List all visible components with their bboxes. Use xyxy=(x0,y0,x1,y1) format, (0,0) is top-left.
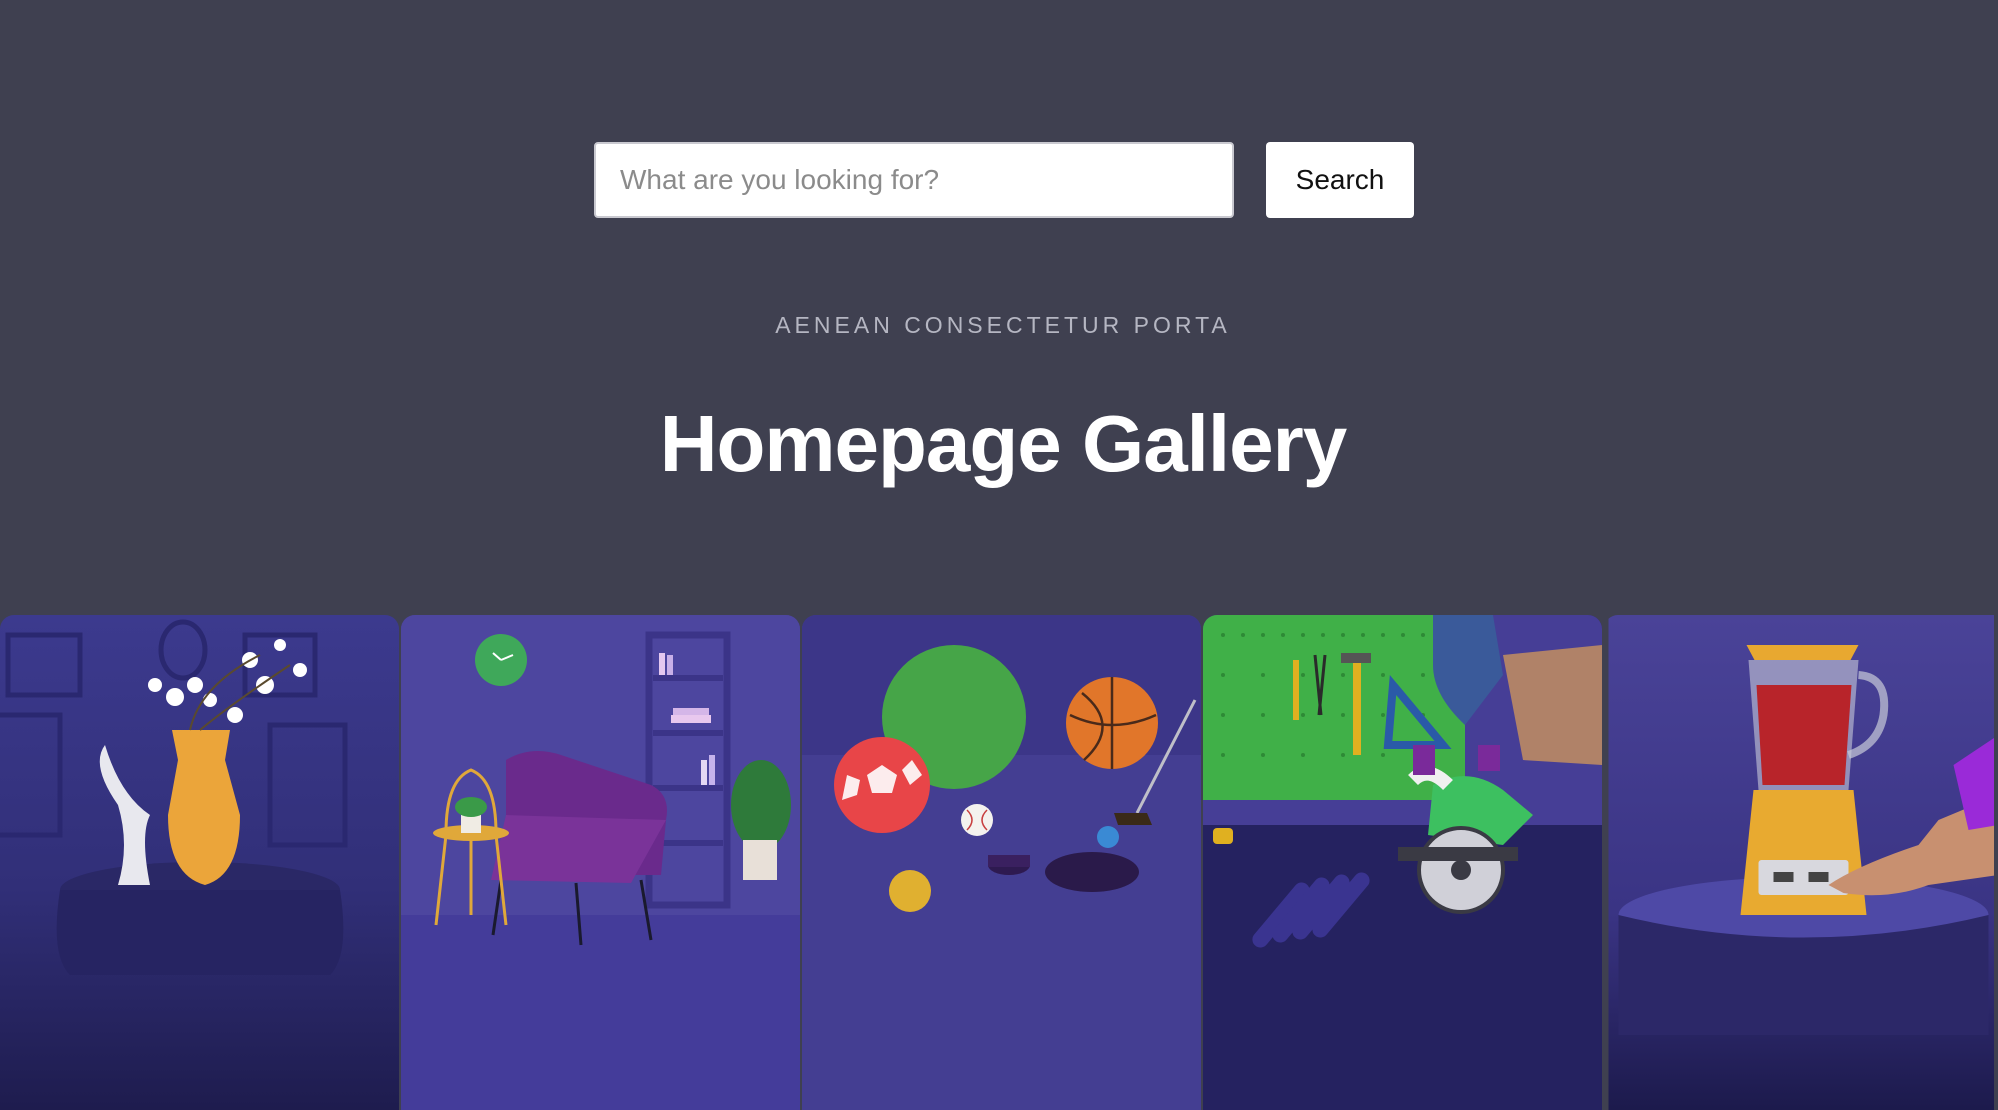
page-title: Homepage Gallery xyxy=(659,399,1348,488)
gallery-card-armchair[interactable] xyxy=(401,615,800,1110)
power-tools-image xyxy=(1203,615,1602,1110)
search-input[interactable] xyxy=(594,142,1234,218)
search-button[interactable]: Search xyxy=(1266,142,1414,218)
search-bar: Search xyxy=(594,142,1414,218)
gallery-card-tools[interactable] xyxy=(1203,615,1602,1110)
blender-image xyxy=(1608,615,1994,1110)
sports-balls-image xyxy=(802,615,1201,1110)
gallery-card-vase[interactable] xyxy=(0,615,399,1110)
armchair-image xyxy=(401,615,800,1110)
vase-image xyxy=(0,615,399,1110)
gallery xyxy=(0,615,1998,1110)
gallery-card-sports[interactable] xyxy=(802,615,1201,1110)
page-eyebrow: AENEAN CONSECTETUR PORTA xyxy=(775,312,1231,338)
gallery-card-blender[interactable] xyxy=(1604,615,1994,1110)
